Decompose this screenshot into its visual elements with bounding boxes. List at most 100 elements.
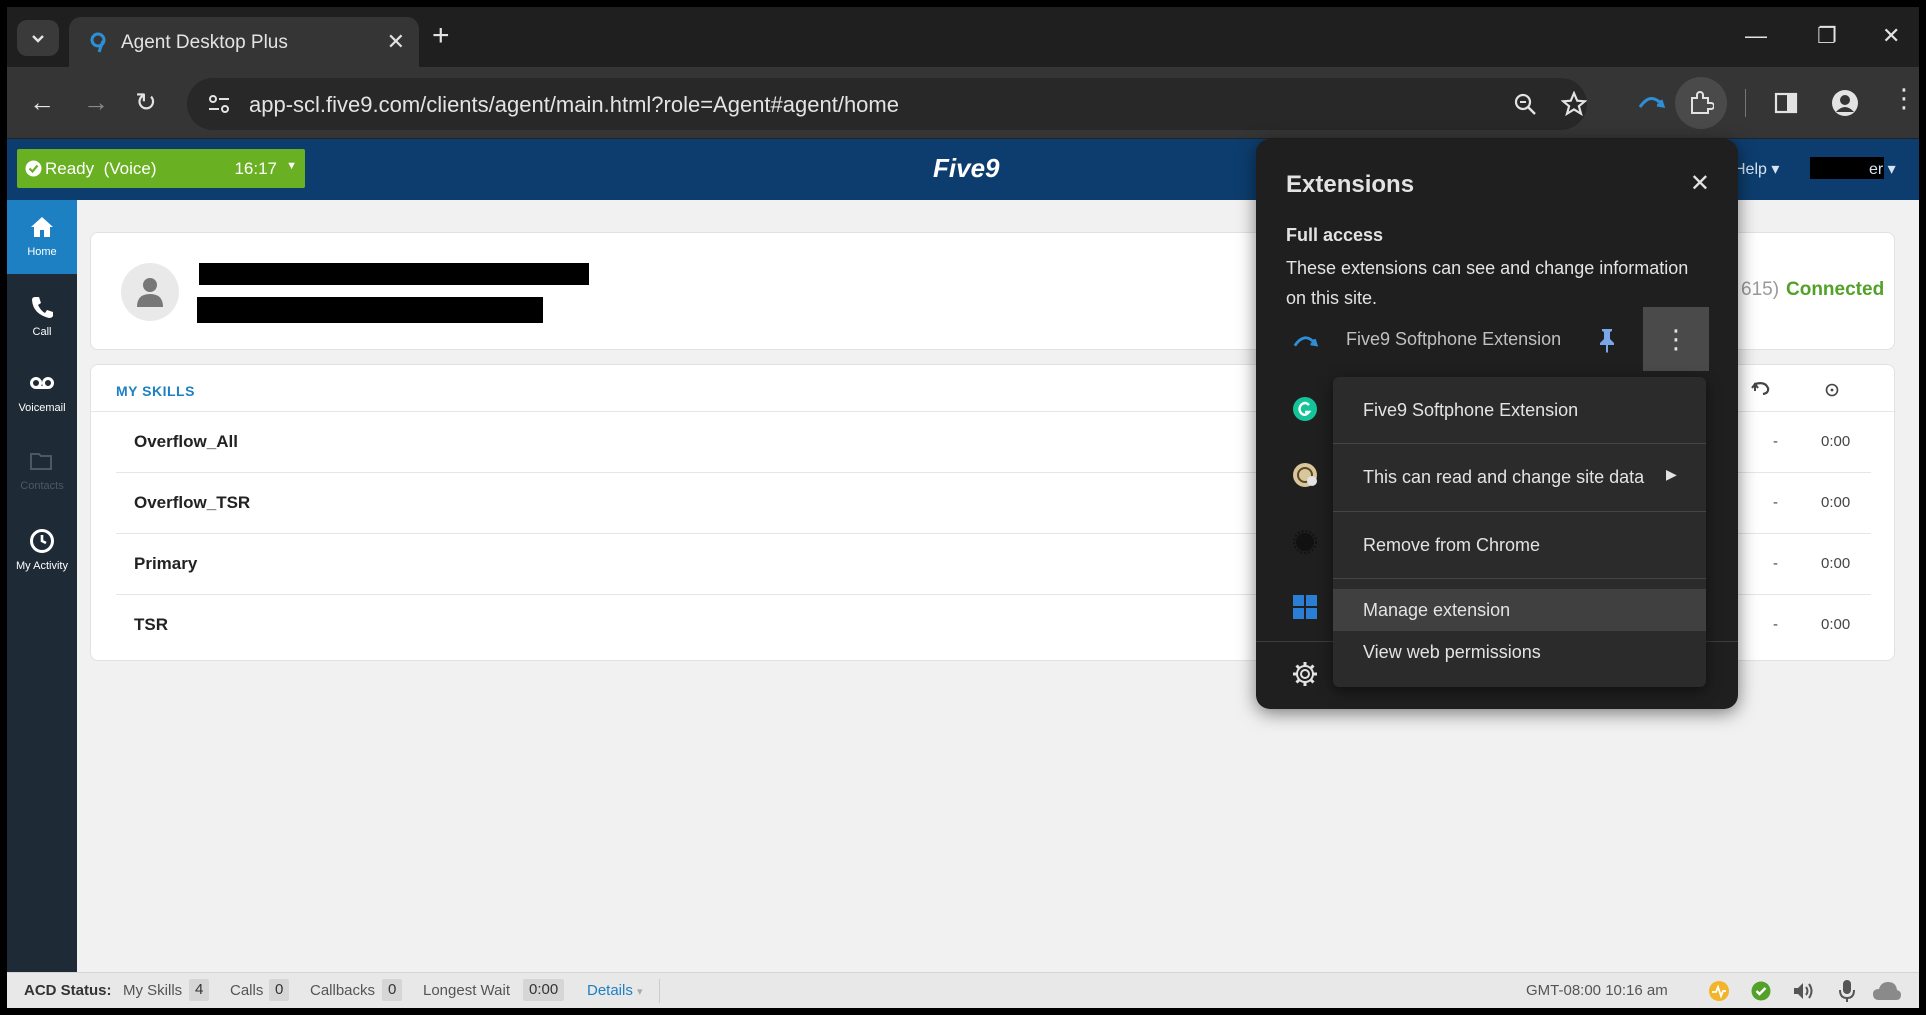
microphone-icon[interactable] xyxy=(1839,979,1855,1003)
user-menu[interactable]: er ▾ xyxy=(1869,159,1896,179)
help-menu[interactable]: Help ▾ xyxy=(1734,159,1779,179)
skill-wait-time: 0:00 xyxy=(1821,616,1851,633)
sidebar-label-my-activity: My Activity xyxy=(16,560,68,572)
tab-search-button[interactable] xyxy=(17,20,59,56)
sidebar-label-home: Home xyxy=(27,246,57,258)
home-icon xyxy=(31,217,53,237)
kebab-menu-icon[interactable]: ⋮ xyxy=(1891,83,1917,114)
callbacks-label: Callbacks xyxy=(310,982,376,999)
popup-close-icon[interactable]: ✕ xyxy=(1690,169,1710,198)
skill-name: TSR xyxy=(134,615,168,634)
menu-item-label: View web permissions xyxy=(1363,642,1541,662)
site-settings-icon[interactable] xyxy=(207,92,231,116)
side-panel-icon[interactable] xyxy=(1774,91,1798,115)
sidebar-label-contacts: Contacts xyxy=(20,480,64,492)
forward-icon[interactable]: → xyxy=(83,87,109,118)
grammarly-icon[interactable] xyxy=(1292,396,1318,422)
full-access-heading: Full access xyxy=(1286,225,1384,245)
sidebar-label-voicemail: Voicemail xyxy=(18,402,66,414)
extension-row-five9[interactable]: Five9 Softphone Extension ⋮ xyxy=(1256,307,1738,371)
longest-wait-label: Longest Wait xyxy=(423,982,510,999)
browser-toolbar: ← → ↻ app-scl.five9.com/clients/agent/ma… xyxy=(7,67,1919,139)
browser-tab[interactable]: Agent Desktop Plus ✕ xyxy=(69,17,419,67)
new-tab-icon[interactable]: + xyxy=(432,21,450,51)
agent-state-label: Ready (Voice) xyxy=(45,159,157,178)
five9-logo: Five9 xyxy=(933,153,1000,183)
chevron-down-icon xyxy=(32,35,44,43)
my-skills-count: 4 xyxy=(189,979,210,1001)
cloud-icon xyxy=(1873,982,1901,1000)
folder-icon xyxy=(30,453,52,470)
connection-status: Connected xyxy=(1786,279,1885,300)
skill-name: Overflow_TSR xyxy=(134,493,251,512)
skill-wait-time: 0:00 xyxy=(1821,555,1851,572)
extensions-title: Extensions xyxy=(1286,171,1415,198)
callbacks-count: 0 xyxy=(382,979,403,1001)
sidebar-label-call: Call xyxy=(32,326,52,338)
gear-icon[interactable] xyxy=(1292,661,1318,687)
menu-item-site-access[interactable]: This can read and change site data ▶ xyxy=(1333,444,1706,510)
agent-state-timer: 16:17 xyxy=(234,159,277,178)
five9-extension-icon[interactable] xyxy=(1637,93,1665,113)
local-time: GMT-08:00 10:16 am xyxy=(1526,982,1668,999)
tab-title: Agent Desktop Plus xyxy=(121,32,288,53)
windows-extension-icon[interactable] xyxy=(1292,594,1318,620)
skills-header: MY SKILLS xyxy=(116,383,195,399)
skill-wait-time: 0:00 xyxy=(1821,494,1851,511)
profile-icon[interactable] xyxy=(1831,89,1859,117)
voicemail-icon xyxy=(30,377,54,389)
pin-icon[interactable] xyxy=(1596,327,1618,353)
toolbar-divider xyxy=(1745,89,1746,117)
sidebar-item-call[interactable]: Call xyxy=(7,280,77,354)
extension-context-menu: Five9 Softphone Extension This can read … xyxy=(1333,377,1706,687)
skill-queue: - xyxy=(1773,616,1778,633)
extension-icon-3[interactable] xyxy=(1292,529,1318,555)
user-name-partial: er xyxy=(1869,161,1884,178)
skill-name: Overflow_All xyxy=(134,432,238,451)
calls-label: Calls xyxy=(230,982,264,999)
five9-extension-icon xyxy=(1293,336,1318,347)
address-bar[interactable]: app-scl.five9.com/clients/agent/main.htm… xyxy=(187,78,1587,130)
my-skills-label: My Skills xyxy=(123,982,183,999)
zoom-icon[interactable] xyxy=(1513,92,1537,116)
url-text: app-scl.five9.com/clients/agent/main.htm… xyxy=(249,92,899,117)
menu-item-manage[interactable]: Manage extension xyxy=(1333,589,1706,631)
sidebar-item-home[interactable]: Home xyxy=(7,200,77,274)
bookmark-star-icon[interactable] xyxy=(1561,91,1587,117)
menu-item-permissions[interactable]: View web permissions xyxy=(1333,631,1706,673)
agent-info-redaction xyxy=(197,297,543,323)
callback-icon xyxy=(1751,382,1770,396)
restore-icon[interactable]: ❐ xyxy=(1817,23,1837,49)
extensions-button[interactable] xyxy=(1675,77,1727,129)
menu-item-remove[interactable]: Remove from Chrome xyxy=(1333,512,1706,578)
minimize-icon[interactable]: — xyxy=(1745,23,1767,49)
menu-separator xyxy=(1333,578,1706,579)
agent-state-dropdown[interactable]: Ready (Voice) 16:17 ▼ xyxy=(17,149,305,188)
app-sidebar: Home Call Voicemail Contacts My Activity xyxy=(7,200,77,972)
tab-close-icon[interactable]: ✕ xyxy=(387,29,405,55)
sidebar-item-my-activity[interactable]: My Activity xyxy=(7,514,77,588)
sidebar-item-voicemail[interactable]: Voicemail xyxy=(7,356,77,430)
reload-icon[interactable]: ↻ xyxy=(135,87,157,118)
back-icon[interactable]: ← xyxy=(29,87,55,118)
check-circle-icon xyxy=(25,160,42,177)
calls-count: 0 xyxy=(269,979,290,1001)
menu-item-extension-name[interactable]: Five9 Softphone Extension xyxy=(1333,377,1706,443)
skill-queue: - xyxy=(1773,433,1778,450)
menu-item-label: This can read and change site data xyxy=(1363,467,1645,487)
speaker-icon[interactable] xyxy=(1792,981,1816,1001)
window-close-icon[interactable]: ✕ xyxy=(1882,23,1900,49)
kebab-icon: ⋮ xyxy=(1663,323,1689,354)
tab-strip: Agent Desktop Plus ✕ + — ❐ ✕ xyxy=(7,7,1919,67)
extension-more-button[interactable]: ⋮ xyxy=(1643,307,1709,371)
menu-item-label: Five9 Softphone Extension xyxy=(1363,400,1579,420)
details-link[interactable]: Details ▾ xyxy=(587,982,643,999)
browser-window: Agent Desktop Plus ✕ + — ❐ ✕ ← → ↻ app-s… xyxy=(7,7,1919,1008)
acd-status-label: ACD Status: xyxy=(24,982,112,999)
skill-queue: - xyxy=(1773,555,1778,572)
extension-icon-2[interactable] xyxy=(1292,462,1318,488)
sidebar-item-contacts[interactable]: Contacts xyxy=(7,434,77,508)
statusbar-divider xyxy=(659,979,660,1003)
extension-name: Five9 Softphone Extension xyxy=(1346,329,1562,349)
user-icon xyxy=(137,278,163,307)
